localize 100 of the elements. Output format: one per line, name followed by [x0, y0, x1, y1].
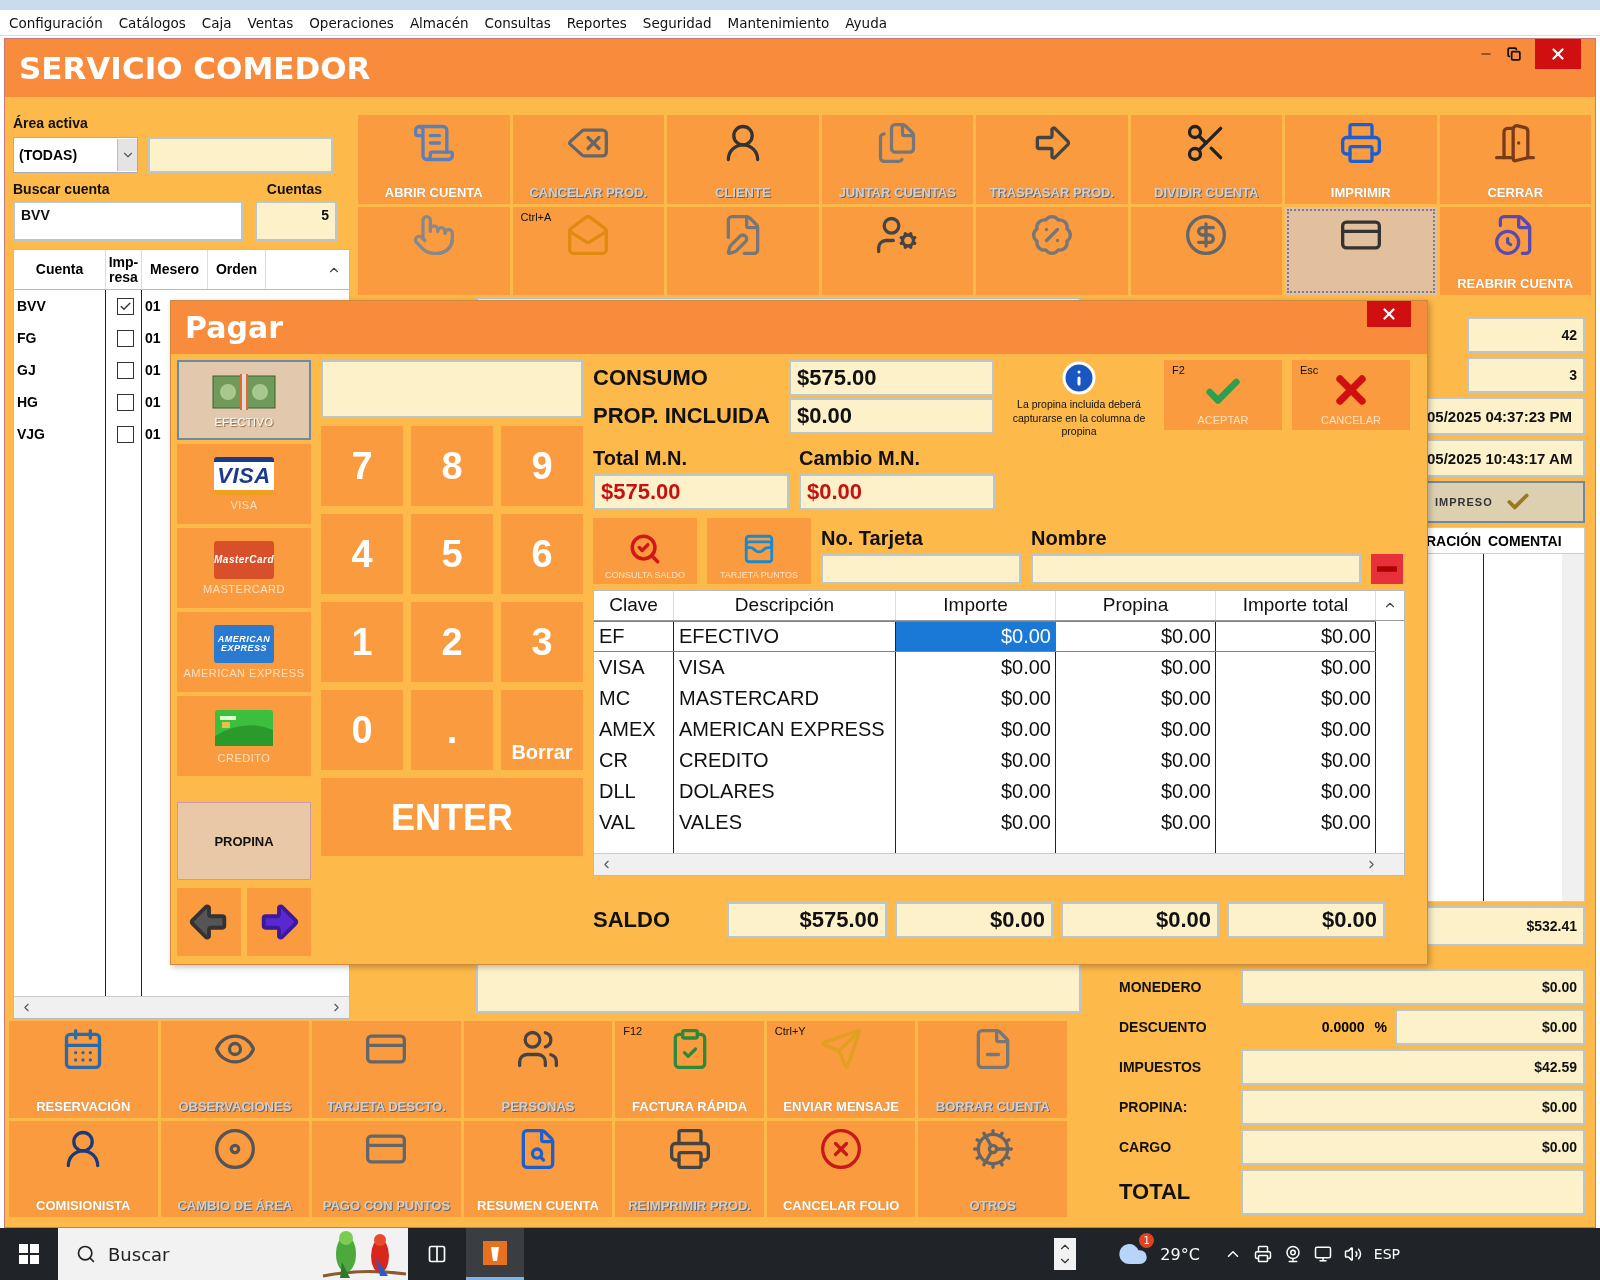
payment-method-button[interactable]: CREDITO: [177, 696, 311, 776]
toolbar-button[interactable]: [1285, 206, 1437, 295]
network-icon[interactable]: [1313, 1245, 1332, 1263]
keypad-key[interactable]: 7: [321, 426, 403, 506]
menu-item[interactable]: Configuración: [9, 14, 103, 31]
cancel-button[interactable]: Esc CANCELAR: [1292, 360, 1410, 430]
name-field[interactable]: [1031, 553, 1361, 584]
balance-button[interactable]: CONSULTA SALDO: [593, 517, 697, 584]
balance-field: $0.00: [1061, 901, 1219, 938]
next-button[interactable]: [247, 888, 311, 956]
table-cell[interactable]: $0.00: [896, 651, 1056, 683]
close-button[interactable]: [1535, 39, 1581, 69]
keypad-key[interactable]: 5: [411, 514, 493, 594]
table-cell[interactable]: $0.00: [896, 744, 1056, 776]
webcam-icon[interactable]: [1283, 1245, 1302, 1263]
menu-item[interactable]: Ayuda: [845, 14, 887, 31]
toolbar-button[interactable]: Ctrl+A: [512, 206, 664, 295]
table-cell: EFECTIVO: [674, 620, 896, 652]
menu-item[interactable]: Mantenimiento: [727, 14, 830, 31]
toolbar-button[interactable]: F12 FACTURA RÁPIDA: [615, 1021, 764, 1118]
payment-method-button[interactable]: EFECTIVO: [177, 360, 311, 440]
table-cell-text: VJG: [16, 425, 46, 444]
menu-item[interactable]: Consultas: [484, 14, 551, 31]
enter-button[interactable]: ENTER: [321, 778, 583, 856]
payment-method-button[interactable]: VISA VISA: [177, 444, 311, 524]
toolbar-button[interactable]: RESERVACIÓN: [9, 1021, 158, 1118]
table-cell[interactable]: $0.00: [896, 775, 1056, 807]
restore-icon[interactable]: [1507, 47, 1521, 61]
toolbar-button[interactable]: ABRIR CUENTA: [358, 115, 510, 204]
language-indicator[interactable]: ESP: [1373, 1246, 1400, 1262]
menu-item[interactable]: Catálogos: [118, 14, 186, 31]
toolbar-button[interactable]: Ctrl+Y ENVIAR MENSAJE: [766, 1021, 916, 1118]
keypad-key[interactable]: 8: [411, 426, 493, 506]
menu-item[interactable]: Operaciones: [309, 14, 394, 31]
card-logo: AMERICAN EXPRESS: [214, 625, 274, 663]
toolbar-button[interactable]: COMISIONISTA: [9, 1120, 158, 1217]
keypad-key[interactable]: 9: [501, 426, 583, 506]
menu-item[interactable]: Almacén: [409, 14, 469, 31]
menu-item[interactable]: Reportes: [566, 14, 627, 31]
menu-item[interactable]: Ventas: [247, 14, 294, 31]
table-cell[interactable]: $0.00: [896, 682, 1056, 714]
checkbox[interactable]: [117, 297, 134, 315]
printed-button[interactable]: IMPRESO: [1425, 481, 1585, 523]
keypad-key[interactable]: 1: [321, 602, 403, 682]
notification-badge: 1: [1139, 1233, 1155, 1248]
keypad-key[interactable]: 6: [501, 514, 583, 594]
keypad-key[interactable]: 3: [501, 602, 583, 682]
keypad-key[interactable]: 2: [411, 602, 493, 682]
search-field[interactable]: Buscar: [58, 1228, 408, 1280]
column-header: COMENTAI: [1487, 532, 1562, 549]
field-label: Cuentas: [266, 181, 322, 197]
keypad-key[interactable]: .: [411, 690, 493, 770]
close-icon: [1549, 45, 1567, 63]
printer-icon[interactable]: [1253, 1245, 1272, 1263]
count-field: 5: [255, 201, 337, 241]
checkbox[interactable]: [117, 361, 134, 379]
table-cell-text: DOLARES: [678, 778, 776, 804]
close-button[interactable]: [1367, 301, 1411, 327]
toolbar-button[interactable]: CANCELAR FOLIO: [766, 1120, 916, 1217]
taskbar-app-button[interactable]: [466, 1228, 524, 1280]
payment-method-button[interactable]: AMERICAN EXPRESS AMERICAN EXPRESS: [177, 612, 311, 692]
amount-field[interactable]: [321, 360, 583, 418]
table-cell-text: $0.00: [1319, 685, 1372, 711]
remove-button[interactable]: [1371, 553, 1403, 584]
balance-field: $0.00: [1227, 901, 1385, 938]
tip-button[interactable]: PROPINA: [177, 802, 311, 880]
windows-icon: [19, 1244, 39, 1264]
previous-button[interactable]: [177, 888, 241, 956]
search-field[interactable]: BVV: [13, 201, 243, 241]
total-label: MONEDERO: [1118, 979, 1203, 995]
keypad-key[interactable]: Borrar: [501, 690, 583, 770]
table-cell-text: $0.00: [1159, 654, 1212, 680]
checkbox[interactable]: [117, 425, 134, 443]
checkbox[interactable]: [117, 329, 134, 347]
menu-item[interactable]: Caja: [201, 14, 232, 31]
gear-icon: [970, 1126, 1015, 1171]
area-dropdown[interactable]: (TODAS): [13, 137, 138, 173]
info-field: 05/2025 10:43:17 AM: [1425, 439, 1585, 477]
accept-button[interactable]: F2 ACEPTAR: [1164, 360, 1282, 430]
toolbar-button[interactable]: REABRIR CUENTA: [1439, 206, 1591, 295]
field-label: Cambio M.N.: [799, 446, 922, 470]
card-number-field[interactable]: [821, 553, 1021, 584]
toolbar-button[interactable]: [821, 206, 973, 295]
toolbar-button[interactable]: RESUMEN CUENTA: [463, 1120, 613, 1217]
keypad-key[interactable]: 4: [321, 514, 403, 594]
input-field[interactable]: [148, 137, 333, 173]
table-cell[interactable]: $0.00: [896, 806, 1056, 838]
checkbox[interactable]: [117, 393, 134, 411]
volume-icon[interactable]: [1343, 1245, 1362, 1263]
points-card-button[interactable]: TARJETA PUNTOS: [707, 517, 811, 584]
table-cell-text: HG: [16, 393, 39, 412]
table-cell[interactable]: $0.00: [896, 620, 1056, 652]
keypad-key[interactable]: 0: [321, 690, 403, 770]
payment-method-button[interactable]: MasterCard MASTERCARD: [177, 528, 311, 608]
scrollbar[interactable]: [1562, 554, 1584, 901]
menu-item[interactable]: Seguridad: [642, 14, 712, 31]
table-cell[interactable]: $0.00: [896, 713, 1056, 745]
toolbar-button[interactable]: IMPRIMIR: [1285, 115, 1437, 204]
toolbar-button[interactable]: CERRAR: [1439, 115, 1591, 204]
percent-sign: %: [1374, 1019, 1387, 1035]
